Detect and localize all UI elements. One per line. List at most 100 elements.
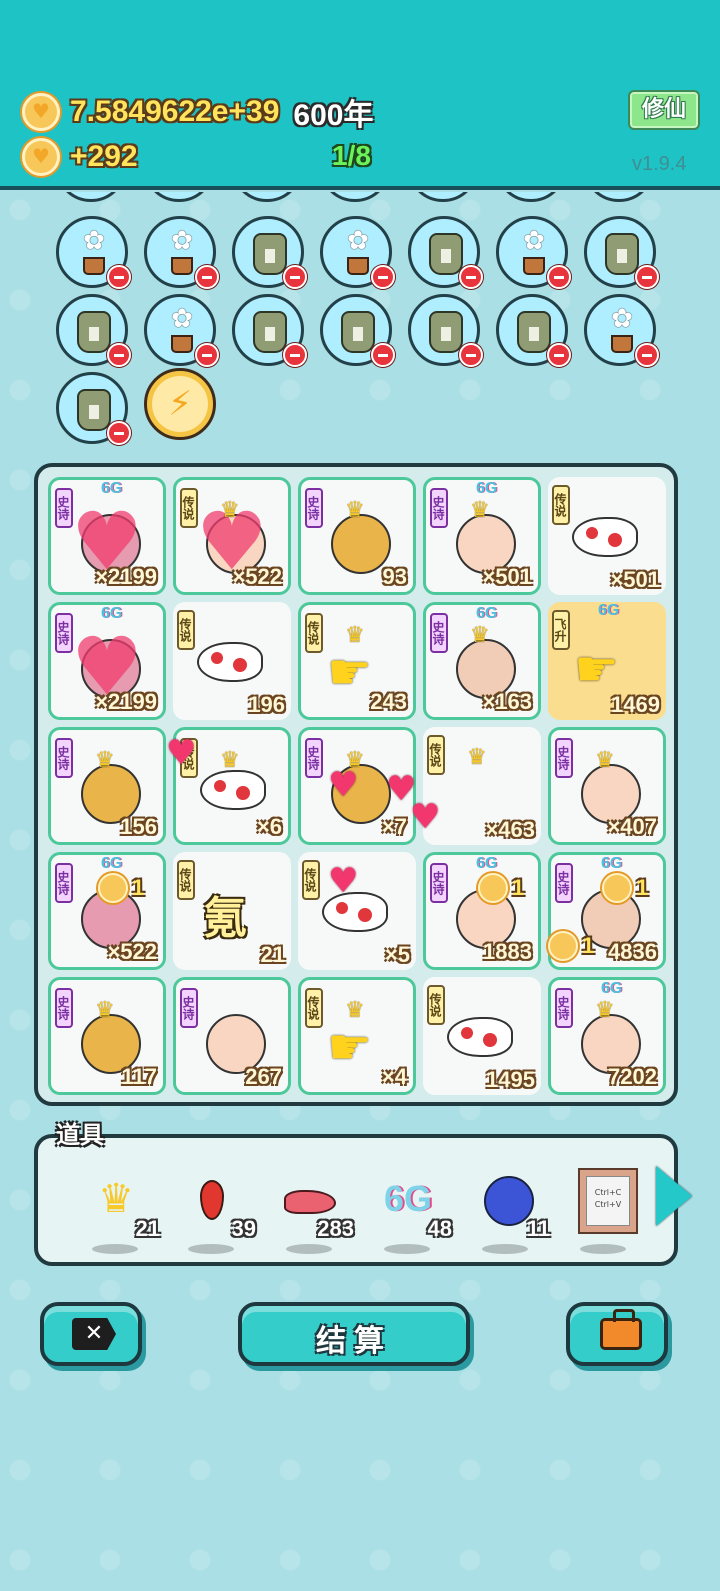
- crown-icon: ♛: [470, 498, 490, 523]
- remove-icon[interactable]: [195, 343, 219, 367]
- grid-cell[interactable]: ♥ 史诗 6G ×2199: [48, 602, 166, 720]
- inventory-item-sack[interactable]: [584, 216, 659, 289]
- remove-icon[interactable]: [547, 343, 571, 367]
- grid-cell[interactable]: ♥ 史诗 6G ×2199: [48, 477, 166, 595]
- remove-icon[interactable]: [107, 343, 131, 367]
- prop-6g[interactable]: 6G 48: [368, 1164, 452, 1254]
- coins-rate: +292: [70, 140, 138, 173]
- xiuxian-button[interactable]: 修仙: [628, 90, 700, 130]
- close-icon: ✕: [72, 1318, 116, 1350]
- props-next-arrow-icon[interactable]: [656, 1166, 692, 1226]
- close-button[interactable]: ✕: [40, 1302, 142, 1366]
- remove-icon[interactable]: [547, 265, 571, 289]
- crown-icon: ♛: [345, 623, 365, 648]
- remove-icon[interactable]: [459, 343, 483, 367]
- grid-cell[interactable]: ♛ 史诗 ×407: [548, 727, 666, 845]
- rarity-tag: 传说: [177, 610, 195, 650]
- inventory-item-flower-pot[interactable]: ✿: [584, 294, 659, 367]
- inventory-item-sack[interactable]: [232, 294, 307, 367]
- pot-icon: [611, 335, 633, 353]
- grid-cell[interactable]: ♥ ♛ 传说 ×522: [173, 477, 291, 595]
- rarity-tag: 史诗: [180, 988, 198, 1028]
- crown-icon: ♛: [220, 748, 240, 773]
- crown-icon: ♛: [220, 498, 240, 523]
- prop-liver[interactable]: 283: [270, 1164, 354, 1254]
- 6g-badge: 6G: [101, 855, 123, 872]
- grid-cell[interactable]: ♛ 传说 ×463: [423, 727, 541, 845]
- remove-icon[interactable]: [107, 265, 131, 289]
- grid-cell[interactable]: 氪传说 21: [173, 852, 291, 970]
- remove-icon[interactable]: [195, 265, 219, 289]
- settle-button[interactable]: 结算: [238, 1302, 470, 1366]
- prop-ctrl-cv[interactable]: Ctrl+C Ctrl+V: [564, 1164, 644, 1254]
- inventory-item-sack[interactable]: [408, 216, 483, 289]
- remove-icon[interactable]: [283, 265, 307, 289]
- grid-cell[interactable]: 史诗 6G ×522: [48, 852, 166, 970]
- sack-icon: [253, 311, 287, 353]
- grid-cell[interactable]: ♛ 史诗 93: [298, 477, 416, 595]
- rarity-tag: 史诗: [430, 488, 448, 528]
- inventory-item-sack[interactable]: [232, 216, 307, 289]
- prop-count: 11: [526, 1216, 550, 1241]
- inventory-item-flower-pot[interactable]: ✿: [144, 216, 219, 289]
- grid-cell[interactable]: 史诗 6G 1883: [423, 852, 541, 970]
- inventory-item-flower-pot[interactable]: ✿: [144, 294, 219, 367]
- props-panel: ♛ 21 39 283 6G 48 11 Ctrl+C Ctrl+V: [34, 1134, 678, 1266]
- pointing-hand-icon: ☛: [574, 640, 619, 698]
- inventory-item-sack[interactable]: [320, 294, 395, 367]
- prop-crown[interactable]: ♛ 21: [76, 1164, 160, 1254]
- sack-icon: [341, 311, 375, 353]
- remove-icon[interactable]: [371, 343, 395, 367]
- grid-cell[interactable]: ♛ 史诗 6G ×163: [423, 602, 541, 720]
- cell-count: ×522: [107, 939, 157, 964]
- years-counter: 600年: [293, 99, 374, 132]
- grid-cell[interactable]: 传说 1495: [423, 977, 541, 1095]
- crown-icon: ♛: [345, 998, 365, 1023]
- grid-cell[interactable]: ♛ 史诗 156: [48, 727, 166, 845]
- flower-icon: ✿: [171, 226, 193, 256]
- 6g-badge: 6G: [598, 602, 620, 619]
- remove-icon[interactable]: [107, 421, 131, 445]
- grid-cell[interactable]: ☛ 飞升 6G 1469: [548, 602, 666, 720]
- cell-count: ×163: [482, 689, 532, 714]
- cell-count: ×7: [381, 814, 407, 839]
- inventory-item-flower-pot[interactable]: ✿: [496, 216, 571, 289]
- rarity-tag: 史诗: [430, 863, 448, 903]
- flower-icon: ✿: [171, 304, 193, 334]
- inventory-item-sack[interactable]: [56, 372, 131, 445]
- grid-cell[interactable]: 传说 ×501: [548, 477, 666, 595]
- remove-icon[interactable]: [635, 265, 659, 289]
- inventory-item-sack[interactable]: [56, 294, 131, 367]
- grid-cell[interactable]: 史诗 267: [173, 977, 291, 1095]
- 6g-badge: 6G: [101, 480, 123, 497]
- wave-progress: 1/8: [332, 140, 371, 171]
- remove-icon[interactable]: [459, 265, 483, 289]
- lightning-icon[interactable]: ⚡: [144, 368, 216, 440]
- crown-icon: ♛: [95, 998, 115, 1023]
- grid-cell[interactable]: ☛ ♛ 传说 ×4: [298, 977, 416, 1095]
- crown-icon: ♛: [467, 745, 487, 770]
- rarity-tag: 史诗: [55, 488, 73, 528]
- remove-icon[interactable]: [635, 343, 659, 367]
- grid-cell[interactable]: ♛ 史诗 6G 7202: [548, 977, 666, 1095]
- rarity-tag: 史诗: [305, 488, 323, 528]
- floating-heart-icon: ♥: [328, 861, 359, 901]
- grid-cell[interactable]: ♛ 史诗 6G ×501: [423, 477, 541, 595]
- bag-button[interactable]: [566, 1302, 668, 1366]
- rarity-tag: 史诗: [55, 738, 73, 778]
- grid-cell[interactable]: ☛ ♛ 传说 243: [298, 602, 416, 720]
- prop-blueberry[interactable]: 11: [466, 1164, 550, 1254]
- inventory-scroll-edge: [55, 192, 665, 208]
- grid-cell[interactable]: 传说 196: [173, 602, 291, 720]
- inventory-item-sack[interactable]: [496, 294, 571, 367]
- prop-pepper[interactable]: 39: [172, 1164, 256, 1254]
- remove-icon[interactable]: [371, 265, 395, 289]
- inventory-item-flower-pot[interactable]: ✿: [320, 216, 395, 289]
- grid-cell[interactable]: ♛ 史诗 117: [48, 977, 166, 1095]
- flower-icon: ✿: [611, 304, 633, 334]
- version-label: v1.9.4: [632, 153, 687, 175]
- remove-icon[interactable]: [283, 343, 307, 367]
- inventory-item-sack[interactable]: [408, 294, 483, 367]
- inventory-item-flower-pot[interactable]: ✿: [56, 216, 131, 289]
- fish-icon: [200, 770, 266, 810]
